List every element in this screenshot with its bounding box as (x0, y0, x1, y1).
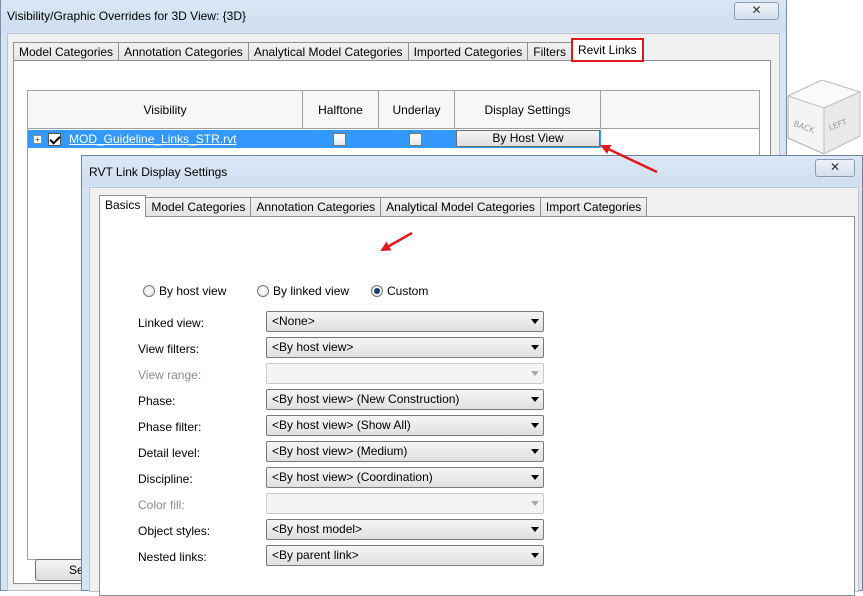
viewcube-icon[interactable]: BACK LEFT (784, 80, 863, 155)
radio-label: By linked view (273, 284, 350, 298)
discipline-dropdown[interactable]: <By host view> (Coordination) (266, 467, 544, 488)
link-name: MOD_Guideline_Links_STR.rvt (69, 132, 237, 146)
label-view-range: View range: (138, 368, 202, 382)
phase-filter-dropdown[interactable]: <By host view> (Show All) (266, 415, 544, 436)
tab-analytical-model-categories[interactable]: Analytical Model Categories (247, 42, 409, 62)
outer-titlebar[interactable]: Visibility/Graphic Overrides for 3D View… (1, 0, 786, 32)
inner-close-button[interactable]: ✕ (815, 159, 855, 177)
dropdown-value: <By host view> (Medium) (272, 444, 408, 458)
display-settings-button[interactable]: By Host View (456, 130, 600, 147)
column-header-display-settings[interactable]: Display Settings (455, 91, 601, 129)
tab-revit-links[interactable]: Revit Links (570, 38, 644, 62)
chevron-down-icon (531, 527, 539, 532)
tab-annotation-categories[interactable]: Annotation Categories (118, 42, 249, 62)
chevron-down-icon (531, 501, 539, 506)
column-header-underlay[interactable]: Underlay (379, 91, 455, 129)
tab-annotation-categories-inner[interactable]: Annotation Categories (250, 197, 382, 217)
tab-import-categories-inner[interactable]: Import Categories (539, 197, 648, 217)
label-linked-view: Linked view: (138, 316, 205, 330)
underlay-checkbox[interactable] (409, 133, 422, 146)
view-filters-dropdown[interactable]: <By host view> (266, 337, 544, 358)
chevron-down-icon (531, 371, 539, 376)
detail-level-dropdown[interactable]: <By host view> (Medium) (266, 441, 544, 462)
column-header-visibility[interactable]: Visibility (28, 91, 303, 129)
tab-model-categories-inner[interactable]: Model Categories (145, 197, 252, 217)
outer-tabstrip: Model Categories Annotation Categories A… (13, 38, 644, 62)
radio-button-selected[interactable] (371, 285, 383, 297)
inner-tabstrip: Basics Model Categories Annotation Categ… (99, 195, 648, 217)
nested-links-dropdown[interactable]: <By parent link> (266, 545, 544, 566)
radio-by-linked-view[interactable]: By linked view (257, 284, 349, 298)
inner-dialog-title: RVT Link Display Settings (89, 165, 228, 179)
label-phase-filter: Phase filter: (138, 420, 202, 434)
inner-dialog-body: Basics Model Categories Annotation Categ… (89, 187, 859, 596)
tab-filters[interactable]: Filters (527, 42, 572, 62)
outer-close-button[interactable]: ✕ (734, 2, 779, 20)
radio-label: Custom (387, 284, 429, 298)
radio-button[interactable] (143, 285, 155, 297)
label-object-styles: Object styles: (138, 524, 211, 538)
tab-analytical-model-categories-inner[interactable]: Analytical Model Categories (380, 197, 541, 217)
label-phase: Phase: (138, 394, 176, 408)
radio-label: By host view (159, 284, 227, 298)
chevron-down-icon (531, 345, 539, 350)
dropdown-value: <By host model> (272, 522, 363, 536)
radio-by-host-view[interactable]: By host view (143, 284, 226, 298)
chevron-down-icon (531, 475, 539, 480)
chevron-down-icon (531, 397, 539, 402)
tab-basics[interactable]: Basics (99, 195, 147, 217)
chevron-down-icon (531, 449, 539, 454)
dropdown-value: <By host view> (New Construction) (272, 392, 460, 406)
label-discipline: Discipline: (138, 472, 193, 486)
radio-button[interactable] (257, 285, 269, 297)
chevron-down-icon (531, 553, 539, 558)
view-range-dropdown (266, 363, 544, 384)
object-styles-dropdown[interactable]: <By host model> (266, 519, 544, 540)
dropdown-value: <None> (272, 314, 315, 328)
phase-dropdown[interactable]: <By host view> (New Construction) (266, 389, 544, 410)
outer-dialog-title: Visibility/Graphic Overrides for 3D View… (7, 9, 246, 23)
column-header-halftone[interactable]: Halftone (303, 91, 379, 129)
label-view-filters: View filters: (138, 342, 200, 356)
halftone-checkbox[interactable] (333, 133, 346, 146)
chevron-down-icon (531, 423, 539, 428)
label-detail-level: Detail level: (138, 446, 201, 460)
visibility-checkbox[interactable] (48, 132, 61, 146)
chevron-down-icon (531, 319, 539, 324)
dropdown-value: <By parent link> (272, 548, 359, 562)
rvt-link-display-settings-dialog: RVT Link Display Settings ✕ Basics Model… (81, 155, 863, 596)
dropdown-value: <By host view> (Coordination) (272, 470, 433, 484)
expand-icon[interactable]: + (33, 134, 42, 144)
linked-view-dropdown[interactable]: <None> (266, 311, 544, 332)
label-color-fill: Color fill: (138, 498, 185, 512)
inner-titlebar[interactable]: RVT Link Display Settings ✕ (82, 156, 862, 186)
tab-imported-categories[interactable]: Imported Categories (407, 42, 529, 62)
radio-custom[interactable]: Custom (371, 284, 428, 298)
label-nested-links: Nested links: (138, 550, 207, 564)
grid-header: Visibility Halftone Underlay Display Set… (28, 91, 759, 129)
dropdown-value: <By host view> (Show All) (272, 418, 411, 432)
color-fill-dropdown (266, 493, 544, 514)
dropdown-value: <By host view> (272, 340, 354, 354)
basics-panel: By host view By linked view Custom Linke… (99, 216, 855, 596)
tab-model-categories[interactable]: Model Categories (13, 42, 120, 62)
